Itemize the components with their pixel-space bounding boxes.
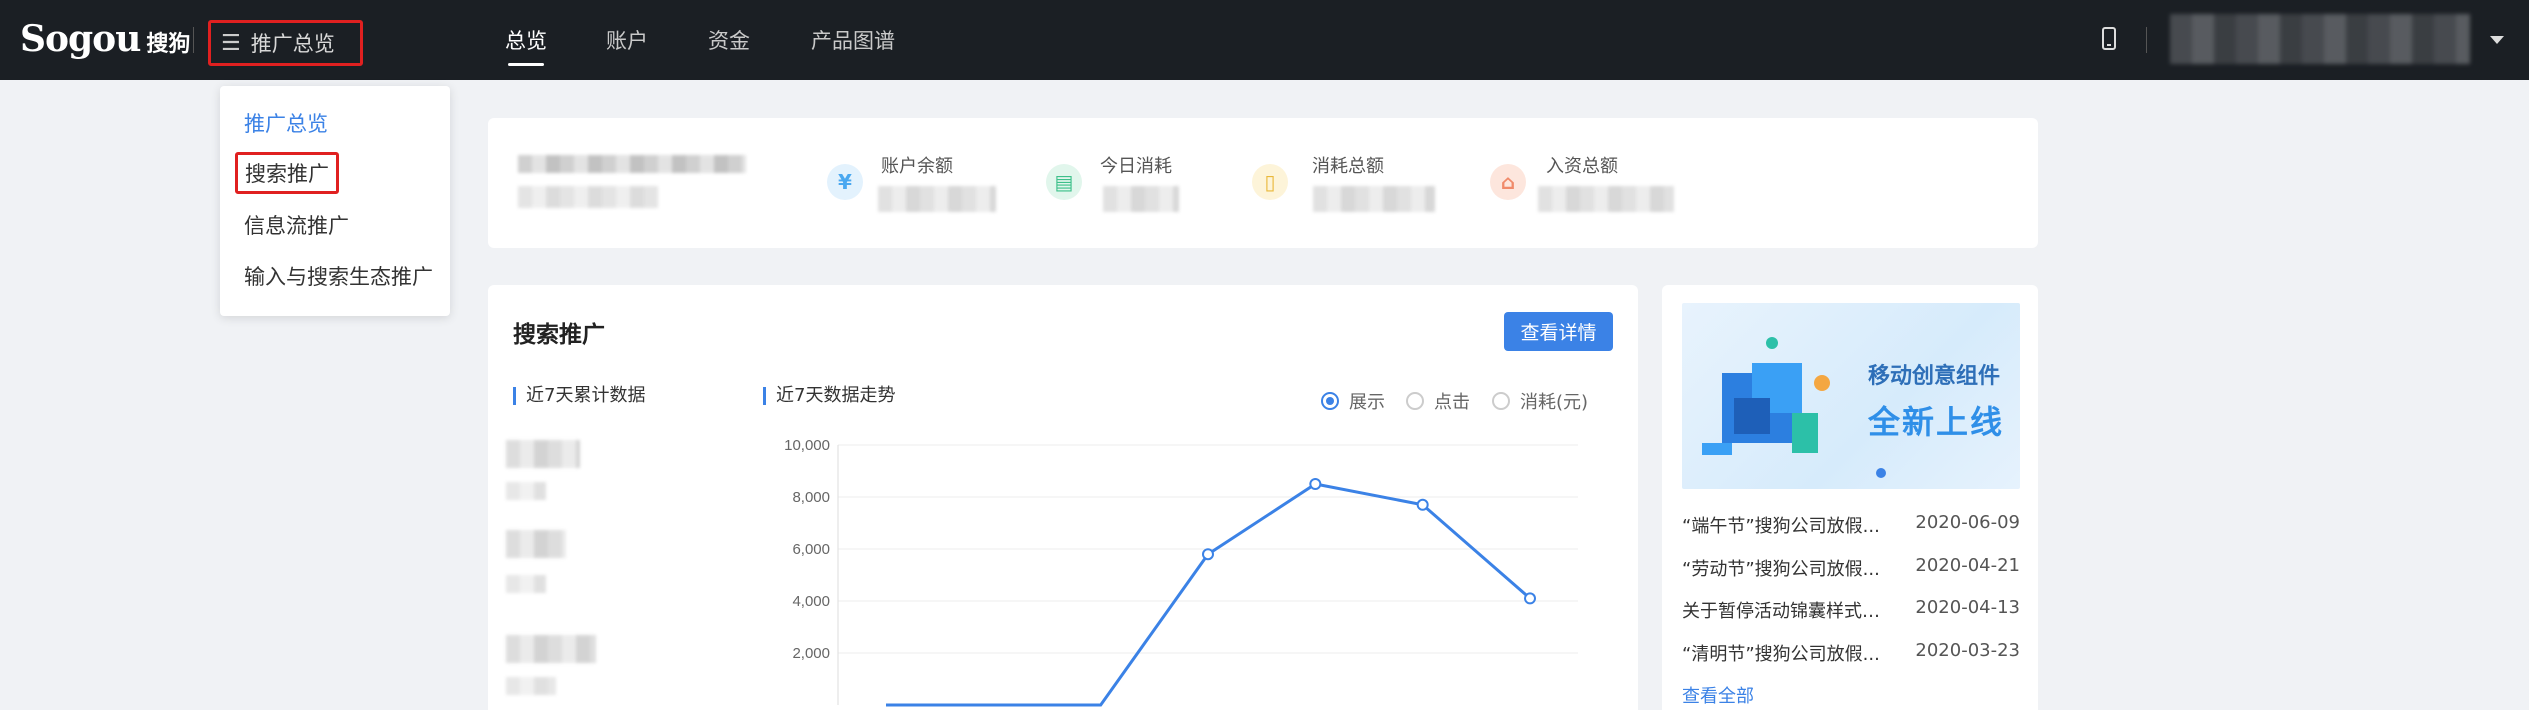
wallet-icon: ▤ <box>1046 164 1082 200</box>
data-point[interactable] <box>1309 478 1322 490</box>
banner-line1: 移动创意组件 <box>1868 364 2001 389</box>
mobile-icon[interactable] <box>2102 27 2116 50</box>
stat-label-today: 今日消耗 <box>1100 156 1172 177</box>
main-nav-2: 账户 <box>606 0 648 80</box>
main-nav: 总览 <box>505 0 547 80</box>
sogou-logo[interactable]: Sogou 搜狗 <box>20 18 190 60</box>
banner-dot[interactable] <box>1876 468 1886 478</box>
cumulative-label-2 <box>506 575 546 593</box>
stat-value-balance <box>878 186 996 212</box>
news-title: “劳动节”搜狗公司放假... <box>1682 559 1880 580</box>
promo-banner[interactable]: 移动创意组件 全新上线 <box>1682 303 2020 489</box>
top-bar: Sogou 搜狗 ☰ 推广总览 总览 账户 资金 产品图谱 <box>0 0 2529 80</box>
account-sub-blurred <box>518 186 658 208</box>
news-title: 关于暂停活动锦囊样式投... <box>1682 601 1892 622</box>
radio-spend-label: 消耗(元) <box>1520 392 1589 413</box>
nav-funds[interactable]: 资金 <box>708 0 750 80</box>
cumulative-value-1 <box>506 440 580 468</box>
dropdown-item-feed[interactable]: 信息流推广 <box>244 210 349 240</box>
stat-value-today <box>1103 186 1179 212</box>
logo-cn: 搜狗 <box>146 32 191 57</box>
account-summary-card: ¥ 账户余额 ▤ 今日消耗 ▯ 消耗总额 ⌂ 入资总额 <box>488 118 2038 248</box>
search-section-title: 搜索推广 <box>513 322 605 348</box>
nav-overview[interactable]: 总览 <box>505 0 547 80</box>
dropdown-item-search[interactable]: 搜索推广 <box>235 152 339 194</box>
menu-trigger-button[interactable]: ☰ 推广总览 <box>208 20 363 66</box>
nav-account[interactable]: 账户 <box>606 0 648 80</box>
news-date: 2020-06-09 <box>1915 512 2020 533</box>
y-tick-label: 8,000 <box>792 489 830 506</box>
overview-dropdown-menu: 推广总览 搜索推广 信息流推广 输入与搜索生态推广 <box>220 86 450 316</box>
logo-brand: Sogou <box>20 18 141 60</box>
stat-value-deposit <box>1538 186 1674 212</box>
trend-data-title: 近7天数据走势 <box>763 387 895 405</box>
news-item[interactable]: “清明节”搜狗公司放假... 2020-03-23 <box>1682 640 2020 666</box>
gift-icon: ⌂ <box>1490 164 1526 200</box>
trend-line-chart: 10,0008,0006,0004,0002,00002-23 <box>784 437 1578 710</box>
radio-dot <box>1406 392 1424 410</box>
cumulative-data-title: 近7天累计数据 <box>513 387 645 405</box>
radio-dot <box>1492 392 1510 410</box>
banner-illustration <box>1702 337 1830 455</box>
y-tick-label: 2,000 <box>792 645 830 662</box>
cumulative-label-3 <box>506 677 556 695</box>
radio-clicks-label: 点击 <box>1434 392 1470 413</box>
y-tick-label: 4,000 <box>792 593 830 610</box>
dropdown-item-overview[interactable]: 推广总览 <box>244 108 328 138</box>
data-point[interactable] <box>1416 498 1429 511</box>
nav-product-map-label: 产品图谱 <box>811 29 895 53</box>
radio-impressions-label: 展示 <box>1349 392 1385 413</box>
nav-funds-label: 资金 <box>708 29 750 53</box>
stat-label-total-spend: 消耗总额 <box>1312 156 1384 177</box>
stat-label-balance: 账户余额 <box>881 156 953 177</box>
news-title: “端午节”搜狗公司放假... <box>1682 516 1880 537</box>
yen-icon: ¥ <box>827 164 863 200</box>
main-nav-4: 产品图谱 <box>811 0 895 80</box>
stat-label-deposit: 入资总额 <box>1546 156 1618 177</box>
data-point[interactable] <box>1202 548 1214 561</box>
chevron-down-icon[interactable] <box>2490 36 2504 44</box>
series-line <box>886 482 1531 707</box>
nav-overview-label: 总览 <box>505 29 547 53</box>
nav-product-map[interactable]: 产品图谱 <box>811 0 895 80</box>
hamburger-icon: ☰ <box>221 30 241 56</box>
bag-icon: ▯ <box>1252 164 1288 200</box>
nav-account-label: 账户 <box>606 29 648 53</box>
data-point[interactable] <box>1524 592 1536 605</box>
stat-value-total-spend <box>1313 186 1435 212</box>
news-title: “清明节”搜狗公司放假... <box>1682 644 1880 665</box>
radio-dot <box>1321 392 1339 410</box>
dropdown-item-input-ecosystem[interactable]: 输入与搜索生态推广 <box>244 261 433 291</box>
cumulative-label-1 <box>506 482 546 500</box>
news-item[interactable]: “端午节”搜狗公司放假... 2020-06-09 <box>1682 512 2020 538</box>
radio-spend[interactable]: 消耗(元) <box>1492 388 1588 414</box>
radio-clicks[interactable]: 点击 <box>1406 388 1470 414</box>
view-all-link[interactable]: 查看全部 <box>1682 682 1754 708</box>
banner-line2: 全新上线 <box>1868 403 2005 441</box>
cumulative-value-2 <box>506 530 566 558</box>
account-name-blurred[interactable] <box>2170 14 2470 64</box>
news-item[interactable]: 关于暂停活动锦囊样式投... 2020-04-13 <box>1682 597 2020 623</box>
radio-impressions[interactable]: 展示 <box>1321 388 1385 414</box>
view-details-button[interactable]: 查看详情 <box>1504 312 1613 351</box>
news-item[interactable]: “劳动节”搜狗公司放假... 2020-04-21 <box>1682 555 2020 581</box>
search-promotion-card: 搜索推广 查看详情 近7天累计数据 近7天数据走势 展示 点击 消耗(元) 10… <box>488 285 1638 710</box>
main-nav-3: 资金 <box>708 0 750 80</box>
news-date: 2020-04-21 <box>1915 555 2020 576</box>
cumulative-value-3 <box>506 635 596 663</box>
menu-trigger-label: 推广总览 <box>250 32 335 56</box>
y-tick-label: 10,000 <box>784 437 830 454</box>
header-divider <box>193 27 194 53</box>
account-id-blurred <box>518 155 746 173</box>
y-tick-label: 6,000 <box>792 541 830 558</box>
news-date: 2020-03-23 <box>1915 640 2020 661</box>
header-divider-right <box>2146 27 2147 53</box>
news-date: 2020-04-13 <box>1915 597 2020 618</box>
